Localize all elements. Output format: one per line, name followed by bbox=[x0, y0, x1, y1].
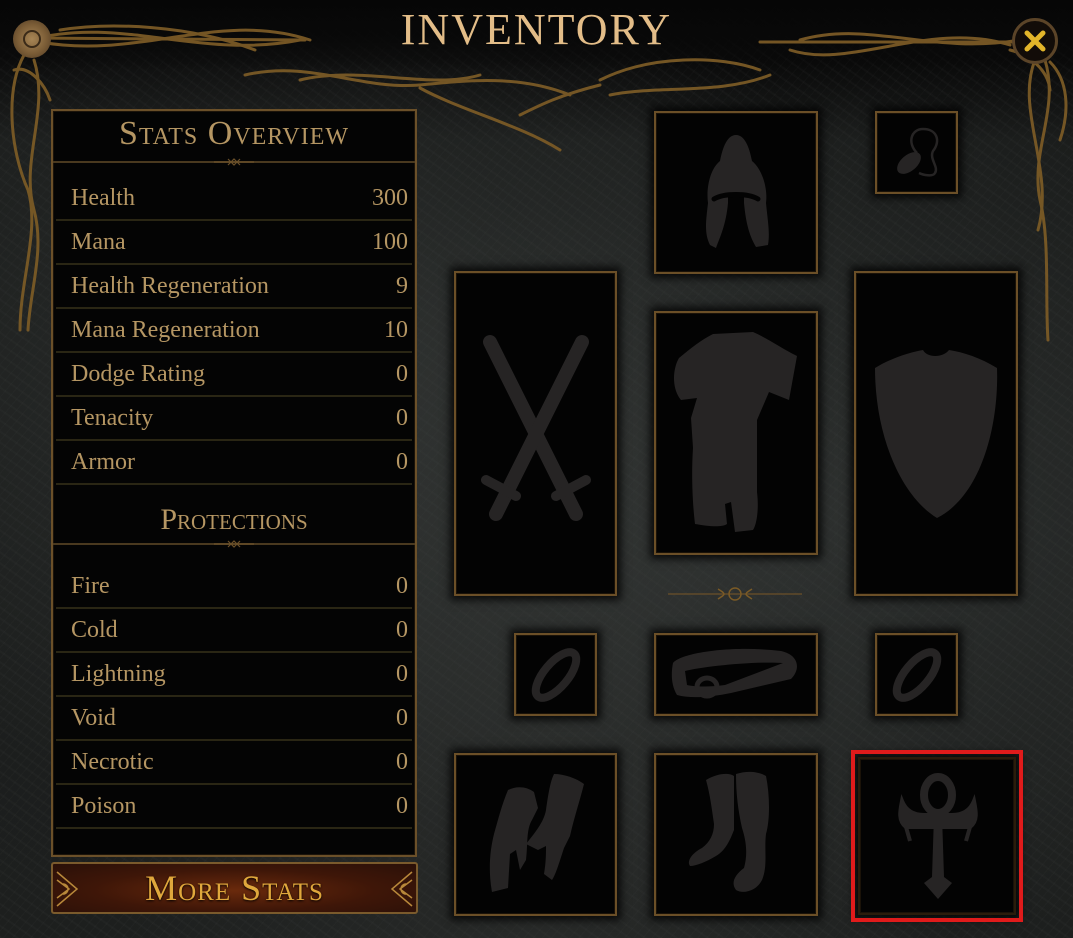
ring-right-slot[interactable] bbox=[875, 633, 958, 716]
stat-value: 100 bbox=[372, 228, 408, 255]
divider-ornament-icon bbox=[214, 540, 254, 548]
ankh-icon bbox=[898, 773, 978, 899]
ring-left-slot[interactable] bbox=[514, 633, 597, 716]
belt-icon bbox=[671, 648, 797, 698]
protection-row-void: Void 0 bbox=[56, 697, 412, 741]
protections-divider bbox=[53, 540, 415, 548]
protection-value: 0 bbox=[396, 704, 408, 731]
relic-slot[interactable] bbox=[851, 750, 1023, 922]
protection-row-lightning: Lightning 0 bbox=[56, 653, 412, 697]
helmet-icon bbox=[706, 134, 769, 248]
ring-icon bbox=[892, 647, 941, 702]
protection-row-necrotic: Necrotic 0 bbox=[56, 741, 412, 785]
boots-icon bbox=[688, 771, 769, 892]
stat-value: 0 bbox=[396, 404, 408, 431]
more-stats-label: More Stats bbox=[145, 868, 324, 908]
protection-value: 0 bbox=[396, 792, 408, 819]
stat-row-mana-regeneration: Mana Regeneration 10 bbox=[56, 309, 412, 353]
stat-value: 10 bbox=[384, 316, 408, 343]
ring-icon bbox=[531, 647, 580, 702]
crossed-swords-icon bbox=[480, 334, 591, 521]
protection-label: Poison bbox=[71, 792, 137, 819]
amulet-icon bbox=[896, 127, 938, 177]
stat-value: 9 bbox=[396, 272, 408, 299]
window-title: INVENTORY bbox=[400, 5, 673, 54]
equipment-divider-ornament bbox=[668, 587, 802, 601]
protection-row-poison: Poison 0 bbox=[56, 785, 412, 829]
protection-label: Fire bbox=[71, 572, 110, 599]
stat-row-dodge-rating: Dodge Rating 0 bbox=[56, 353, 412, 397]
stats-overview-heading: Stats Overview bbox=[118, 115, 350, 152]
protection-value: 0 bbox=[396, 616, 408, 643]
protections-list: Fire 0 Cold 0 Lightning 0 Void 0 Necrotic 0 P… bbox=[53, 565, 415, 829]
helmet-slot[interactable] bbox=[654, 111, 818, 274]
stat-label: Health Regeneration bbox=[71, 272, 269, 299]
stat-label: Mana bbox=[71, 228, 126, 255]
main-hand-slot[interactable] bbox=[454, 271, 617, 596]
protections-heading: Protections bbox=[160, 503, 308, 536]
stat-row-mana: Mana 100 bbox=[56, 221, 412, 265]
stat-label: Tenacity bbox=[71, 404, 154, 431]
stat-label: Health bbox=[71, 184, 135, 211]
gloves-icon bbox=[489, 773, 584, 892]
protection-value: 0 bbox=[396, 660, 408, 687]
stat-row-health-regeneration: Health Regeneration 9 bbox=[56, 265, 412, 309]
stat-label: Mana Regeneration bbox=[71, 316, 260, 343]
stats-overview-panel: Stats Overview Health 300 Mana 100 Health … bbox=[51, 109, 417, 857]
protection-label: Lightning bbox=[71, 660, 166, 687]
stat-row-armor: Armor 0 bbox=[56, 441, 412, 485]
belt-slot[interactable] bbox=[654, 633, 818, 716]
gloves-slot[interactable] bbox=[454, 753, 617, 916]
close-button[interactable] bbox=[1012, 18, 1058, 64]
stat-value: 0 bbox=[396, 360, 408, 387]
more-stats-button[interactable]: More Stats bbox=[51, 862, 418, 914]
stat-value: 0 bbox=[396, 448, 408, 475]
button-ornament-left-icon bbox=[56, 871, 79, 907]
body-armor-slot[interactable] bbox=[654, 311, 818, 555]
stat-label: Armor bbox=[71, 448, 135, 475]
heading-divider bbox=[53, 158, 415, 166]
stat-label: Dodge Rating bbox=[71, 360, 205, 387]
protection-label: Necrotic bbox=[71, 748, 154, 775]
body-armor-icon bbox=[674, 332, 797, 532]
close-x-icon bbox=[1024, 30, 1046, 52]
off-hand-slot[interactable] bbox=[854, 271, 1018, 596]
button-ornament-right-icon bbox=[390, 871, 413, 907]
stat-row-tenacity: Tenacity 0 bbox=[56, 397, 412, 441]
stat-value: 300 bbox=[372, 184, 408, 211]
amulet-slot[interactable] bbox=[875, 111, 958, 194]
protection-label: Void bbox=[71, 704, 116, 731]
protection-row-fire: Fire 0 bbox=[56, 565, 412, 609]
protection-row-cold: Cold 0 bbox=[56, 609, 412, 653]
boots-slot[interactable] bbox=[654, 753, 818, 916]
shield-icon bbox=[875, 350, 998, 518]
stat-row-health: Health 300 bbox=[56, 177, 412, 221]
protection-value: 0 bbox=[396, 572, 408, 599]
protection-value: 0 bbox=[396, 748, 408, 775]
protection-label: Cold bbox=[71, 616, 118, 643]
stats-list: Health 300 Mana 100 Health Regeneration 9 M… bbox=[53, 177, 415, 485]
divider-ornament-icon bbox=[214, 158, 254, 166]
